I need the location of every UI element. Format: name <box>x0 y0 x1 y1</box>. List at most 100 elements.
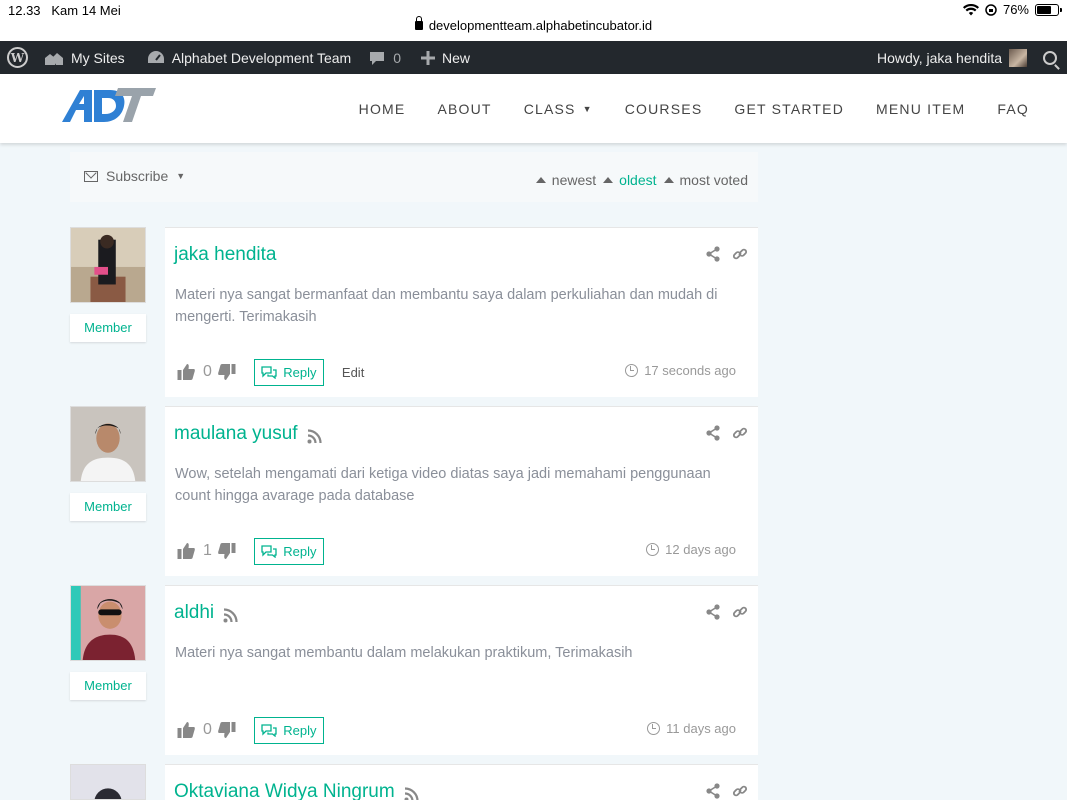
comment-author[interactable]: aldhi <box>174 602 238 624</box>
nav-courses[interactable]: COURSES <box>625 101 703 117</box>
share-icon[interactable] <box>705 783 721 799</box>
comment-text: Materi nya sangat membantu dalam melakuk… <box>175 645 633 661</box>
comment-tools <box>705 604 748 620</box>
subscribe-dropdown[interactable]: Subscribe ▼ <box>84 168 185 184</box>
comments-toolbar: Subscribe ▼ newest oldest most voted <box>70 152 758 202</box>
sort-newest-label: newest <box>551 172 597 188</box>
thumbs-down-icon[interactable] <box>218 542 236 560</box>
thumbs-down-icon[interactable] <box>218 721 236 739</box>
vote-count: 1 <box>203 542 212 559</box>
reply-button[interactable]: Reply <box>253 537 324 565</box>
comments-menu[interactable]: 0 <box>361 41 409 74</box>
nav-get-started[interactable]: GET STARTED <box>734 101 844 117</box>
nav-about[interactable]: ABOUT <box>437 101 491 117</box>
clock-icon <box>646 543 660 556</box>
comment-item: Member maulana yusuf Wow, setelah mengam… <box>70 406 758 576</box>
link-icon[interactable] <box>732 604 748 620</box>
comment-body: Oktaviana Widya Ningrum <box>165 764 758 800</box>
battery-fill <box>1037 5 1051 14</box>
share-icon[interactable] <box>705 246 721 262</box>
link-icon[interactable] <box>732 246 748 262</box>
nav-home[interactable]: HOME <box>359 101 406 117</box>
ios-status-bar: 12.33 Kam 14 Mei 76% developmentteam.alp… <box>0 0 1067 41</box>
my-sites-label: My Sites <box>71 49 125 66</box>
user-avatar-mini <box>1009 48 1027 67</box>
reply-button[interactable]: Reply <box>253 358 324 386</box>
orientation-lock-icon <box>985 3 997 16</box>
reply-label: Reply <box>283 543 317 559</box>
caret-down-icon: ▼ <box>582 103 593 114</box>
time-label: 11 days ago <box>666 721 736 736</box>
site-logo[interactable] <box>58 82 158 126</box>
comment-text: Materi nya sangat bermanfaat dan membant… <box>175 287 718 325</box>
comment-author[interactable]: maulana yusuf <box>174 423 322 445</box>
lock-icon <box>414 16 423 30</box>
vote-count: 0 <box>203 363 212 380</box>
subscribe-label: Subscribe <box>106 168 169 184</box>
rss-icon[interactable] <box>404 786 419 800</box>
clock-icon <box>647 722 661 735</box>
nav-class-label: CLASS <box>523 100 576 117</box>
my-sites-icon <box>45 52 63 65</box>
site-name-label: Alphabet Development Team <box>171 49 352 66</box>
comment-time: 17 seconds ago <box>625 363 736 378</box>
nav-faq[interactable]: FAQ <box>997 101 1029 117</box>
sort-newest[interactable]: newest <box>535 172 597 188</box>
link-icon[interactable] <box>732 783 748 799</box>
address-bar[interactable]: developmentteam.alphabetincubator.id <box>0 16 1067 33</box>
new-content-menu[interactable]: New <box>413 41 478 74</box>
sort-oldest[interactable]: oldest <box>603 172 657 188</box>
triangle-up-icon <box>603 177 614 183</box>
thumbs-up-icon[interactable] <box>177 721 195 739</box>
share-icon[interactable] <box>705 425 721 441</box>
envelope-icon <box>84 170 98 182</box>
account-menu[interactable]: Howdy, jaka hendita <box>869 41 1035 74</box>
time-label: 12 days ago <box>665 542 736 557</box>
rss-icon[interactable] <box>223 607 238 623</box>
reply-button[interactable]: Reply <box>253 716 324 744</box>
author-name: aldhi <box>174 602 215 623</box>
nav-menu-item[interactable]: MENU ITEM <box>876 101 965 117</box>
thumbs-up-icon[interactable] <box>177 363 195 381</box>
author-name: jaka hendita <box>174 244 277 265</box>
nav-class[interactable]: CLASS ▼ <box>524 101 593 117</box>
battery-percent: 76% <box>1002 2 1029 17</box>
thumbs-up-icon[interactable] <box>177 542 195 560</box>
wp-admin-bar: W My Sites Alphabet Development Team 0 N… <box>0 41 1067 74</box>
wp-logo-button[interactable]: W <box>0 41 36 74</box>
wifi-icon <box>962 3 979 15</box>
comment-author[interactable]: jaka hendita <box>174 244 276 266</box>
thumbs-down-icon[interactable] <box>218 363 236 381</box>
reply-label: Reply <box>283 722 317 738</box>
edit-link[interactable]: Edit <box>342 365 364 380</box>
new-label: New <box>442 49 471 66</box>
comment-tools <box>705 783 748 799</box>
my-sites-menu[interactable]: My Sites <box>36 41 133 74</box>
comment-sorting: newest oldest most voted <box>529 172 748 188</box>
comment-tools <box>705 425 748 441</box>
rss-icon[interactable] <box>307 428 322 444</box>
dashboard-icon <box>147 50 164 63</box>
comment-item: Oktaviana Widya Ningrum <box>70 764 758 800</box>
share-icon[interactable] <box>705 604 721 620</box>
wordpress-icon: W <box>7 47 28 68</box>
comment-item: Member jaka hendita Materi nya sangat be… <box>70 227 758 397</box>
commenter-avatar <box>70 406 146 482</box>
member-badge: Member <box>70 314 146 342</box>
link-icon[interactable] <box>732 425 748 441</box>
time-label: 17 seconds ago <box>644 363 736 378</box>
main-nav: HOME ABOUT CLASS ▼ COURSES GET STARTED ME… <box>327 74 1029 143</box>
comment-body: aldhi Materi nya sangat membantu dalam m… <box>165 585 758 755</box>
comments-icon <box>261 723 277 737</box>
comment-author[interactable]: Oktaviana Widya Ningrum <box>174 781 419 800</box>
comment-text: Wow, setelah mengamati dari ketiga video… <box>175 466 711 504</box>
commenter-avatar <box>70 227 146 303</box>
comment-time: 12 days ago <box>646 542 736 557</box>
member-badge: Member <box>70 672 146 700</box>
comment-tools <box>705 246 748 262</box>
url-text: developmentteam.alphabetincubator.id <box>428 18 653 33</box>
site-name-menu[interactable]: Alphabet Development Team <box>139 41 360 74</box>
comments-icon <box>261 365 277 379</box>
sort-most-voted[interactable]: most voted <box>663 172 748 188</box>
search-icon[interactable] <box>1043 50 1057 65</box>
